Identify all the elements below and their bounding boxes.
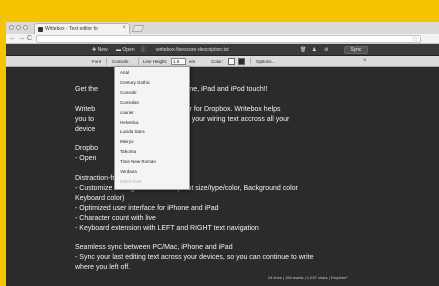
divider (138, 58, 139, 65)
font-option[interactable]: Helvetica (120, 119, 139, 127)
tab-title: Writebox - Text editor fo (45, 26, 98, 32)
tab-close-icon[interactable]: × (122, 25, 126, 31)
editor-line: - Character count with live (75, 214, 156, 222)
window-minimize-dot[interactable] (16, 25, 21, 30)
close-options-icon[interactable]: × (363, 56, 367, 67)
font-option[interactable]: Console (120, 89, 137, 97)
info-icon[interactable]: ⓘ (141, 44, 146, 56)
options-link[interactable]: Options... (256, 56, 275, 67)
editor-line: where you left off. (75, 264, 131, 272)
app-toolbar: ✚ New ▬ Open ⓘ writebox-fixescore-descri… (6, 44, 439, 56)
window-zoom-dot[interactable] (23, 25, 28, 30)
font-option[interactable]: Lucida Sans (120, 128, 145, 136)
address-bar: ← → C ☆ (6, 34, 439, 44)
editor-line: - Sync your last editing text across you… (75, 254, 314, 262)
reload-icon[interactable]: C (27, 34, 32, 44)
color-label: Color: (211, 59, 224, 64)
background-color-swatch[interactable] (238, 58, 245, 65)
font-option[interactable]: Tahoma (120, 148, 136, 156)
text-color-swatch[interactable] (228, 58, 235, 65)
editor-line: - Optimized user interface for iPhone an… (75, 204, 219, 212)
font-option[interactable]: Other Font (120, 178, 142, 186)
browser-tab[interactable]: Writebox - Text editor fo × (34, 23, 130, 34)
back-arrow-icon[interactable]: ← (9, 34, 16, 44)
window-controls (9, 25, 28, 30)
font-option[interactable]: Consolas (120, 99, 139, 107)
font-dropdown[interactable]: Arial Century Gothic Console Consolas courie… (114, 66, 190, 190)
new-tab-button[interactable] (131, 25, 145, 32)
trash-icon[interactable]: 🗑 (300, 44, 306, 56)
divider (106, 58, 107, 65)
font-option[interactable]: Century Gothic (120, 79, 150, 87)
gear-icon[interactable]: ⚙ (324, 44, 328, 56)
font-label: Font (92, 59, 102, 64)
document-title[interactable]: writebox-fixescore-description.txt (156, 44, 229, 56)
url-input[interactable]: ☆ (36, 35, 421, 43)
sync-button[interactable]: Sync (344, 46, 368, 54)
new-button[interactable]: ✚ New (92, 44, 108, 56)
forward-arrow-icon[interactable]: → (18, 34, 25, 44)
font-option[interactable]: Verdana (120, 168, 137, 176)
open-button[interactable]: ▬ Open (116, 44, 135, 56)
editor-line: - Keyboard extension with LEFT and RIGHT… (75, 224, 259, 232)
open-label: Open (122, 47, 135, 53)
font-person-icon[interactable]: ♟ (312, 44, 316, 56)
editor-line: Seamless sync between PC/Mac, iPhone and… (75, 244, 233, 252)
bookmark-star-icon[interactable]: ☆ (412, 36, 418, 44)
font-option[interactable]: Arial (120, 69, 129, 77)
window-close-dot[interactable] (9, 25, 14, 30)
writebox-favicon-icon (38, 27, 43, 32)
line-height-input[interactable]: 1.6 (171, 58, 186, 65)
font-option[interactable]: courier (120, 109, 134, 117)
editor-line: Keyboard color) (75, 194, 125, 202)
tab-strip: Writebox - Text editor fo × (6, 22, 439, 34)
status-bar: 24 lines | 155 words | 1,037 chars | Dro… (268, 275, 348, 280)
options-bar: Font Console Line Height: 1.6 em Color: … (6, 56, 439, 67)
divider (250, 58, 251, 65)
font-option[interactable]: Time New Roman (120, 158, 156, 166)
font-option[interactable]: Meiryo (120, 138, 134, 146)
new-label: New (97, 47, 108, 53)
